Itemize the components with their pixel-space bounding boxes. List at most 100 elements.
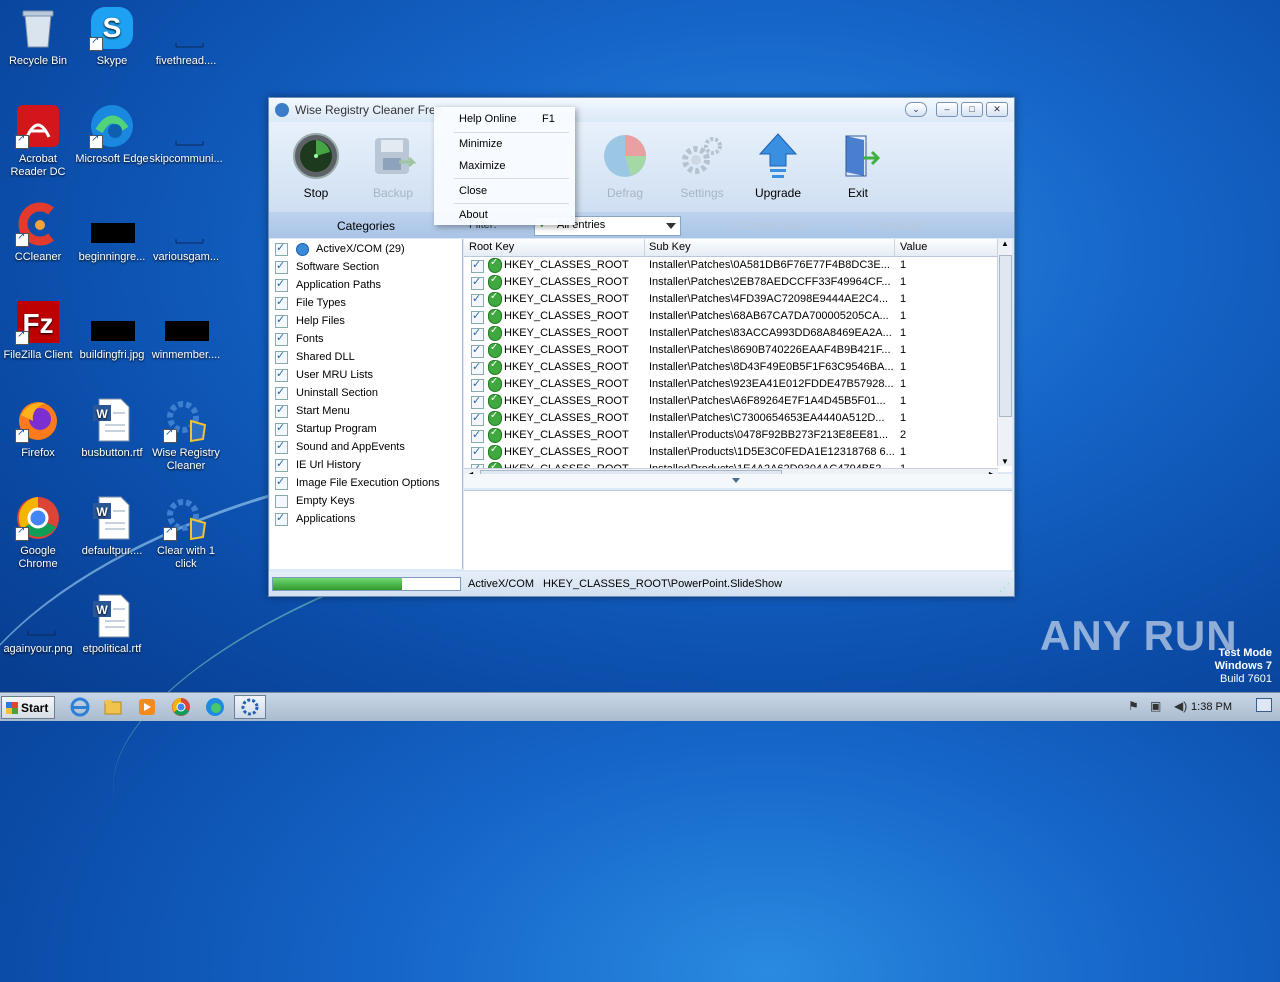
category-item[interactable]: File Types bbox=[275, 294, 346, 312]
category-item[interactable]: Help Files bbox=[275, 312, 345, 330]
category-item[interactable]: Applications bbox=[275, 510, 355, 528]
category-checkbox[interactable] bbox=[275, 403, 288, 418]
column-root-key[interactable]: Root Key bbox=[469, 241, 514, 253]
wise-registry-taskbar-button[interactable] bbox=[234, 695, 266, 719]
category-item[interactable]: User MRU Lists bbox=[275, 366, 373, 384]
desktop-icon-wiseregistry[interactable]: Wise Registry Cleaner bbox=[148, 397, 224, 473]
desktop-icon-acrobat[interactable]: Acrobat Reader DC bbox=[0, 103, 76, 179]
desktop-icon-skipcommuni[interactable]: skipcommuni... bbox=[148, 103, 224, 166]
desktop-icon-defaultpur[interactable]: Wdefaultpur.... bbox=[74, 495, 150, 558]
category-checkbox[interactable] bbox=[275, 259, 288, 274]
maximize-button[interactable]: □ bbox=[961, 102, 983, 117]
scroll-thumb[interactable] bbox=[999, 255, 1012, 417]
desktop-icon-ccleaner[interactable]: CCleaner bbox=[0, 201, 76, 264]
category-item[interactable]: Sound and AppEvents bbox=[275, 438, 405, 456]
volume-icon[interactable]: ◀) bbox=[1174, 699, 1187, 713]
menu-dropdown-button[interactable]: ⌄ bbox=[905, 102, 927, 117]
flag-icon[interactable]: ⚑ bbox=[1128, 699, 1139, 713]
table-row[interactable]: HKEY_CLASSES_ROOT Installer\Patches\4FD39… bbox=[464, 291, 998, 308]
row-checkbox[interactable] bbox=[471, 445, 484, 460]
table-row[interactable]: HKEY_CLASSES_ROOT Installer\Patches\83ACC… bbox=[464, 325, 998, 342]
pane-splitter[interactable] bbox=[464, 474, 1012, 488]
category-checkbox[interactable] bbox=[275, 277, 288, 292]
desktop-icon-clearwith[interactable]: Clear with 1 click bbox=[148, 495, 224, 571]
row-checkbox[interactable] bbox=[471, 309, 484, 324]
row-checkbox[interactable] bbox=[471, 326, 484, 341]
stop-button[interactable]: Stop bbox=[281, 132, 351, 200]
category-checkbox[interactable] bbox=[275, 241, 288, 256]
minimize-button[interactable]: – bbox=[936, 102, 958, 117]
category-item[interactable]: Shared DLL bbox=[275, 348, 355, 366]
checks-all-button[interactable]: ✓ Checks All bbox=[859, 219, 923, 232]
row-checkbox[interactable] bbox=[471, 343, 484, 358]
media-player-taskbar-icon[interactable] bbox=[137, 697, 157, 717]
menu-item-close[interactable]: Close bbox=[459, 181, 487, 201]
backup-button[interactable]: Backup bbox=[358, 132, 428, 200]
show-desktop-icon[interactable] bbox=[1256, 698, 1272, 712]
menu-item-help-online[interactable]: Help Online F1 bbox=[459, 109, 555, 129]
explorer-taskbar-icon[interactable] bbox=[103, 697, 123, 717]
table-row[interactable]: HKEY_CLASSES_ROOT Installer\Patches\68AB6… bbox=[464, 308, 998, 325]
row-checkbox[interactable] bbox=[471, 394, 484, 409]
table-row[interactable]: HKEY_CLASSES_ROOT Installer\Patches\8690B… bbox=[464, 342, 998, 359]
upgrade-button[interactable]: Upgrade bbox=[743, 132, 813, 200]
chrome-taskbar-icon[interactable] bbox=[171, 697, 191, 717]
scroll-up-icon[interactable]: ▲ bbox=[998, 239, 1012, 248]
edge-taskbar-icon[interactable] bbox=[205, 697, 225, 717]
category-checkbox[interactable] bbox=[275, 385, 288, 400]
desktop-icon-buildingfri[interactable]: buildingfri.jpg bbox=[74, 299, 150, 362]
row-checkbox[interactable] bbox=[471, 292, 484, 307]
settings-button[interactable]: Settings bbox=[667, 132, 737, 200]
category-checkbox[interactable] bbox=[275, 439, 288, 454]
category-checkbox[interactable] bbox=[275, 313, 288, 328]
table-row[interactable]: HKEY_CLASSES_ROOT Installer\Patches\2EB78… bbox=[464, 274, 998, 291]
category-checkbox[interactable] bbox=[275, 511, 288, 526]
column-sub-key[interactable]: Sub Key bbox=[649, 241, 691, 253]
checks-safe-button[interactable]: ✓ Checks Safe bbox=[729, 219, 804, 232]
desktop-icon-fivethread[interactable]: fivethread.... bbox=[148, 5, 224, 68]
category-checkbox[interactable] bbox=[275, 475, 288, 490]
row-checkbox[interactable] bbox=[471, 275, 484, 290]
category-item[interactable]: Empty Keys bbox=[275, 492, 355, 510]
category-item[interactable]: IE Url History bbox=[275, 456, 361, 474]
start-button[interactable]: Start bbox=[1, 696, 55, 719]
close-button[interactable]: ✕ bbox=[986, 102, 1008, 117]
table-row[interactable]: HKEY_CLASSES_ROOT Installer\Products\0478… bbox=[464, 427, 998, 444]
defrag-button[interactable]: Defrag bbox=[590, 132, 660, 200]
table-row[interactable]: HKEY_CLASSES_ROOT Installer\Patches\A6F89… bbox=[464, 393, 998, 410]
category-checkbox[interactable] bbox=[275, 331, 288, 346]
desktop-icon-etpolitical[interactable]: Wetpolitical.rtf bbox=[74, 593, 150, 656]
menu-item-maximize[interactable]: Maximize bbox=[459, 156, 505, 176]
table-row[interactable]: HKEY_CLASSES_ROOT Installer\Patches\C7300… bbox=[464, 410, 998, 427]
taskbar-clock[interactable]: 1:38 PM bbox=[1191, 701, 1232, 713]
category-checkbox[interactable] bbox=[275, 295, 288, 310]
exit-button[interactable]: Exit bbox=[823, 132, 893, 200]
row-checkbox[interactable] bbox=[471, 360, 484, 375]
desktop-icon-edge[interactable]: Microsoft Edge bbox=[74, 103, 150, 166]
network-icon[interactable]: ▣ bbox=[1150, 699, 1161, 713]
category-checkbox[interactable] bbox=[275, 494, 288, 508]
row-checkbox[interactable] bbox=[471, 428, 484, 443]
desktop-icon-winmember[interactable]: winmember.... bbox=[148, 299, 224, 362]
category-item[interactable]: Uninstall Section bbox=[275, 384, 378, 402]
desktop-icon-againyour[interactable]: againyour.png bbox=[0, 593, 76, 656]
row-checkbox[interactable] bbox=[471, 377, 484, 392]
table-row[interactable]: HKEY_CLASSES_ROOT Installer\Patches\0A581… bbox=[464, 257, 998, 274]
category-checkbox[interactable] bbox=[275, 349, 288, 364]
ie-taskbar-icon[interactable] bbox=[70, 697, 90, 717]
vertical-scrollbar[interactable]: ▲ ▼ bbox=[997, 239, 1012, 466]
menu-item-about[interactable]: About bbox=[459, 205, 488, 225]
resize-grip-icon[interactable]: ⋰ bbox=[999, 581, 1010, 594]
desktop-icon-busbutton[interactable]: Wbusbutton.rtf bbox=[74, 397, 150, 460]
category-item[interactable]: ActiveX/COM (29) bbox=[275, 240, 405, 258]
desktop-icon-beginningre[interactable]: beginningre... bbox=[74, 201, 150, 264]
category-item[interactable]: Image File Execution Options bbox=[275, 474, 440, 492]
title-bar[interactable]: Wise Registry Cleaner Free ⌄ – □ ✕ bbox=[269, 98, 1014, 122]
desktop-icon-filezilla[interactable]: Fz FileZilla Client bbox=[0, 299, 76, 362]
scroll-down-icon[interactable]: ▼ bbox=[998, 457, 1012, 466]
table-row[interactable]: HKEY_CLASSES_ROOT Installer\Patches\923EA… bbox=[464, 376, 998, 393]
category-item[interactable]: Start Menu bbox=[275, 402, 350, 420]
category-checkbox[interactable] bbox=[275, 367, 288, 382]
column-value[interactable]: Value bbox=[900, 241, 927, 253]
row-checkbox[interactable] bbox=[471, 258, 484, 273]
